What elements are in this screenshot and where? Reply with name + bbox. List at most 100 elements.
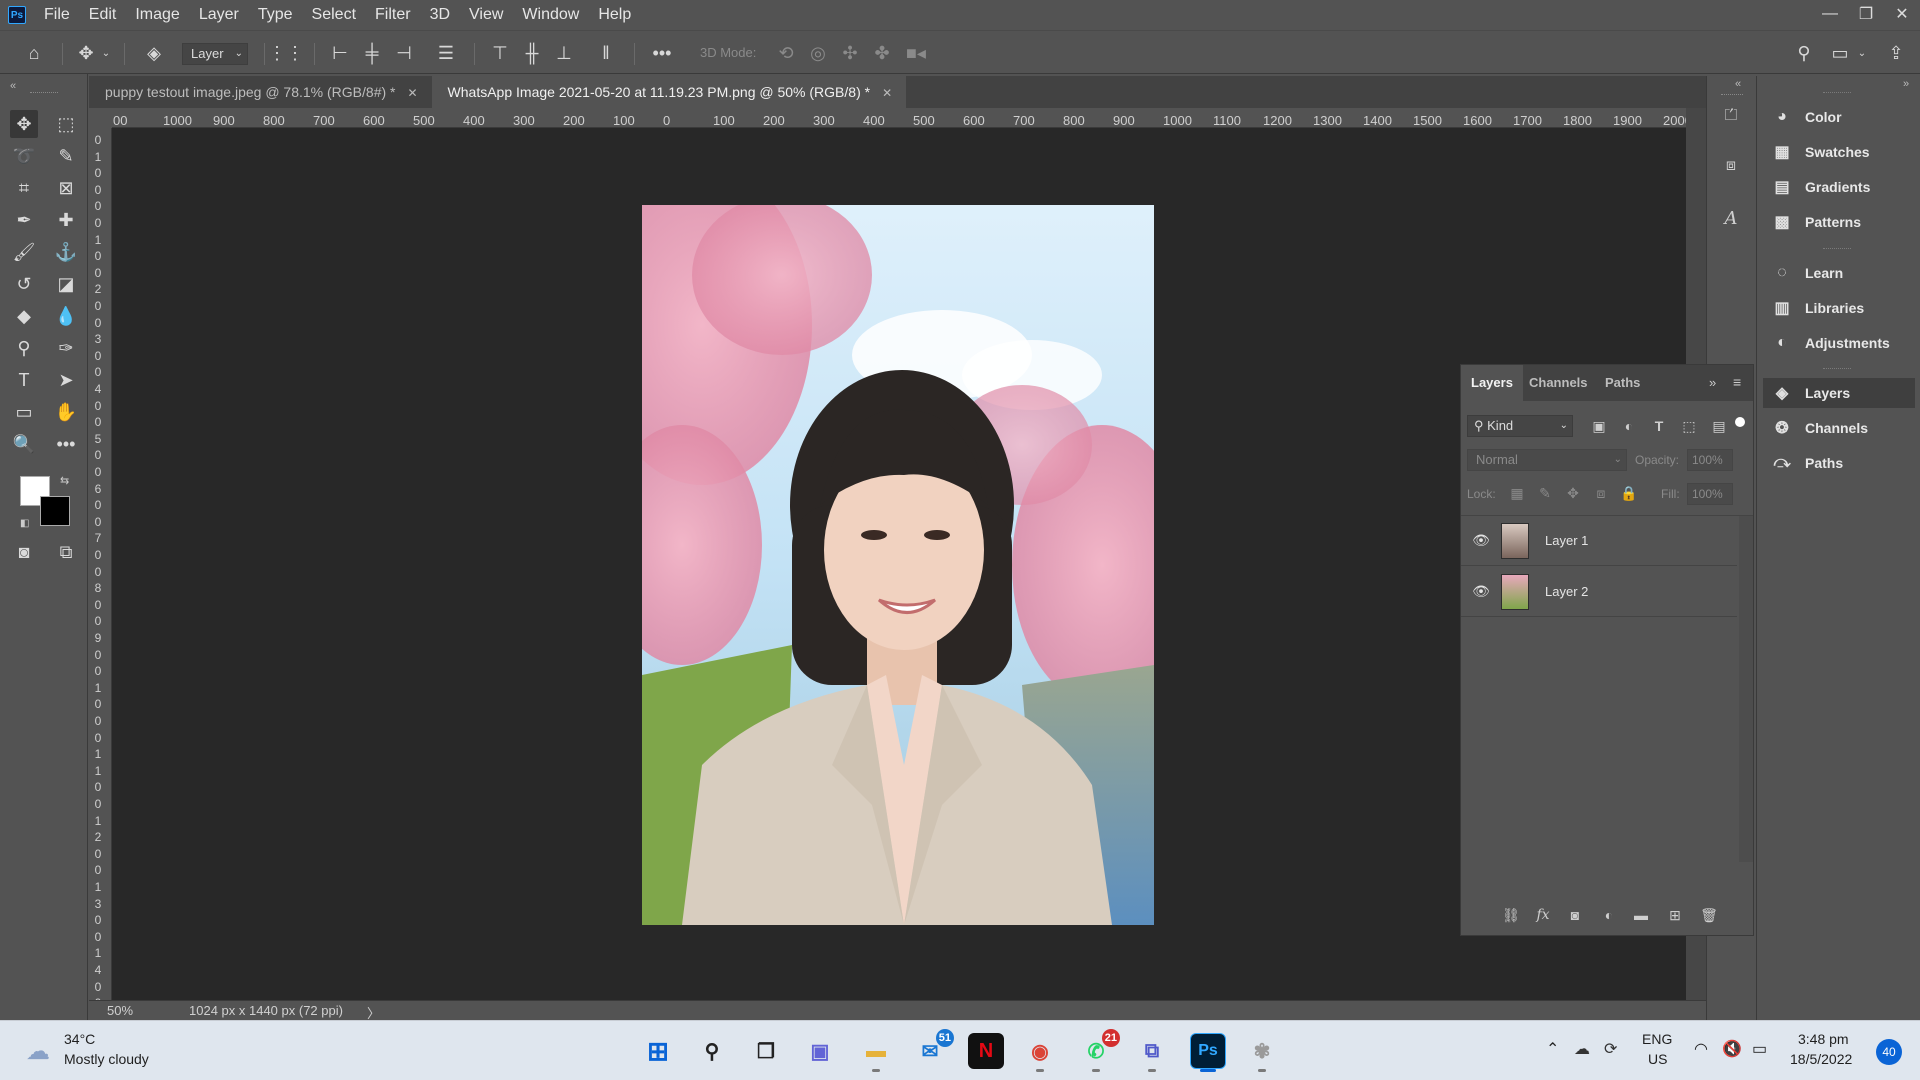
lock-image-icon[interactable]: ✎: [1535, 483, 1555, 503]
properties-icon[interactable]: ⧈: [1721, 156, 1741, 176]
panel-paths[interactable]: ⤼ Paths: [1763, 448, 1915, 478]
default-colors-icon[interactable]: ◧: [20, 518, 29, 529]
share-icon[interactable]: ⇪: [1884, 41, 1908, 65]
tab-puppy-document[interactable]: puppy testout image.jpeg @ 78.1% (RGB/8#…: [89, 76, 432, 108]
lock-transparent-icon[interactable]: ▦: [1507, 483, 1527, 503]
chrome-icon[interactable]: ◉: [1022, 1033, 1058, 1069]
blend-mode-dropdown[interactable]: Normal ⌄: [1467, 449, 1627, 471]
layer-style-fx-icon[interactable]: fx: [1533, 905, 1553, 925]
filter-toggle[interactable]: [1735, 417, 1745, 427]
lock-artboard-icon[interactable]: ⧈: [1591, 483, 1611, 503]
input-region[interactable]: US: [1648, 1051, 1667, 1067]
transform-controls-icon[interactable]: ⋮⋮: [268, 41, 304, 65]
new-layer-icon[interactable]: ⊞: [1665, 905, 1685, 925]
layer-name[interactable]: Layer 2: [1545, 584, 1588, 599]
clock-date[interactable]: 18/5/2022: [1790, 1051, 1852, 1067]
clone-stamp-tool-icon[interactable]: ⚓: [52, 238, 80, 266]
home-icon[interactable]: ⌂: [22, 41, 46, 65]
align-bottom-icon[interactable]: ⊥: [552, 41, 576, 65]
panel-menu-icon[interactable]: ≡: [1733, 374, 1741, 390]
panel-grip[interactable]: [30, 92, 58, 93]
align-top-icon[interactable]: ⊤: [488, 41, 512, 65]
menu-view[interactable]: View: [469, 6, 503, 24]
filter-pixel-icon[interactable]: ▣: [1589, 416, 1609, 436]
tab-channels[interactable]: Channels: [1519, 365, 1598, 401]
menu-select[interactable]: Select: [312, 6, 356, 24]
lock-position-icon[interactable]: ✥: [1563, 483, 1583, 503]
search-icon[interactable]: ⚲: [1792, 41, 1816, 65]
panel-grip[interactable]: [1721, 94, 1743, 95]
menu-window[interactable]: Window: [522, 6, 579, 24]
glyphs-icon[interactable]: A: [1721, 208, 1741, 229]
panel-color[interactable]: ◕ Color: [1763, 102, 1915, 132]
frame-tool-icon[interactable]: ⊠: [52, 174, 80, 202]
align-center-icon[interactable]: ╪: [360, 41, 384, 65]
pen-tool-icon[interactable]: ✑: [52, 334, 80, 362]
brush-tool-icon[interactable]: 🖌: [10, 238, 38, 266]
layer-name[interactable]: Layer 1: [1545, 533, 1588, 548]
expand-icon[interactable]: «: [1735, 78, 1741, 90]
paint-bucket-tool-icon[interactable]: ◆: [10, 302, 38, 330]
path-selection-tool-icon[interactable]: ➤: [52, 366, 80, 394]
fill-input[interactable]: 100%: [1687, 483, 1733, 505]
search-icon[interactable]: ⚲: [694, 1033, 730, 1069]
panel-grip[interactable]: [1823, 368, 1851, 372]
align-middle-icon[interactable]: ╫: [520, 41, 544, 65]
menu-filter[interactable]: Filter: [375, 6, 411, 24]
wifi-icon[interactable]: ◠: [1694, 1039, 1708, 1059]
visibility-eye-icon[interactable]: 👁: [1461, 583, 1501, 600]
background-color-swatch[interactable]: [40, 496, 70, 526]
sync-icon[interactable]: ⟳: [1604, 1039, 1617, 1059]
layer-row[interactable]: 👁 Layer 1: [1461, 516, 1737, 566]
lock-all-icon[interactable]: 🔒: [1619, 483, 1639, 503]
eyedropper-tool-icon[interactable]: ✒: [10, 206, 38, 234]
move-tool-icon[interactable]: ✥: [10, 110, 38, 138]
close-window-button[interactable]: ✕: [1884, 0, 1920, 28]
collapse-icon[interactable]: »: [1903, 78, 1909, 90]
panel-grip[interactable]: [1823, 248, 1851, 252]
type-tool-icon[interactable]: T: [10, 366, 38, 394]
collapse-panel-icon[interactable]: »: [1709, 375, 1716, 390]
menu-layer[interactable]: Layer: [199, 6, 239, 24]
menu-image[interactable]: Image: [135, 6, 179, 24]
workspace-icon[interactable]: ▭: [1828, 41, 1852, 65]
teams-icon[interactable]: ⧉: [1134, 1033, 1170, 1069]
document-image[interactable]: [642, 205, 1154, 925]
weather-description[interactable]: Mostly cloudy: [64, 1051, 149, 1067]
close-icon[interactable]: ✕: [882, 86, 892, 100]
volume-muted-icon[interactable]: 🔇: [1722, 1039, 1742, 1059]
chevron-down-icon[interactable]: ⌄: [1856, 41, 1868, 65]
filter-smart-object-icon[interactable]: ▤: [1709, 416, 1729, 436]
filter-adjustment-icon[interactable]: ◐: [1619, 416, 1639, 436]
delete-layer-icon[interactable]: 🗑: [1699, 905, 1719, 925]
panel-grip[interactable]: [1823, 92, 1851, 96]
align-left-icon[interactable]: ⊢: [328, 41, 352, 65]
swap-colors-icon[interactable]: ⇆: [60, 474, 69, 487]
link-layers-icon[interactable]: ⛓: [1501, 905, 1521, 925]
add-mask-icon[interactable]: ◙: [1565, 905, 1585, 925]
healing-brush-tool-icon[interactable]: ✚: [52, 206, 80, 234]
onedrive-icon[interactable]: ☁: [1574, 1039, 1590, 1059]
opacity-input[interactable]: 100%: [1687, 449, 1733, 471]
battery-icon[interactable]: ▭: [1752, 1039, 1767, 1059]
distribute-icon[interactable]: ☰: [434, 41, 458, 65]
filter-shape-icon[interactable]: ⬚: [1679, 416, 1699, 436]
input-language[interactable]: ENG: [1642, 1031, 1672, 1047]
panel-patterns[interactable]: ▩ Patterns: [1763, 207, 1915, 237]
weather-temperature[interactable]: 34°C: [64, 1031, 95, 1047]
notification-count-badge[interactable]: 40: [1876, 1039, 1902, 1065]
3d-orbit-icon[interactable]: ⟲: [774, 41, 798, 65]
filter-type-icon[interactable]: T: [1649, 416, 1669, 436]
panel-layers[interactable]: ◈ Layers: [1763, 378, 1915, 408]
more-options-icon[interactable]: •••: [650, 41, 674, 65]
mail-icon[interactable]: ✉ 51: [912, 1029, 954, 1069]
collapse-icon[interactable]: «: [10, 80, 16, 92]
3d-roll-icon[interactable]: ◎: [806, 41, 830, 65]
dodge-tool-icon[interactable]: ⚲: [10, 334, 38, 362]
restore-button[interactable]: ❐: [1848, 0, 1884, 28]
whatsapp-icon[interactable]: ✆ 21: [1078, 1029, 1120, 1069]
menu-type[interactable]: Type: [258, 6, 293, 24]
eraser-tool-icon[interactable]: ◪: [52, 270, 80, 298]
menu-3d[interactable]: 3D: [430, 6, 450, 24]
panel-gradients[interactable]: ▤ Gradients: [1763, 172, 1915, 202]
